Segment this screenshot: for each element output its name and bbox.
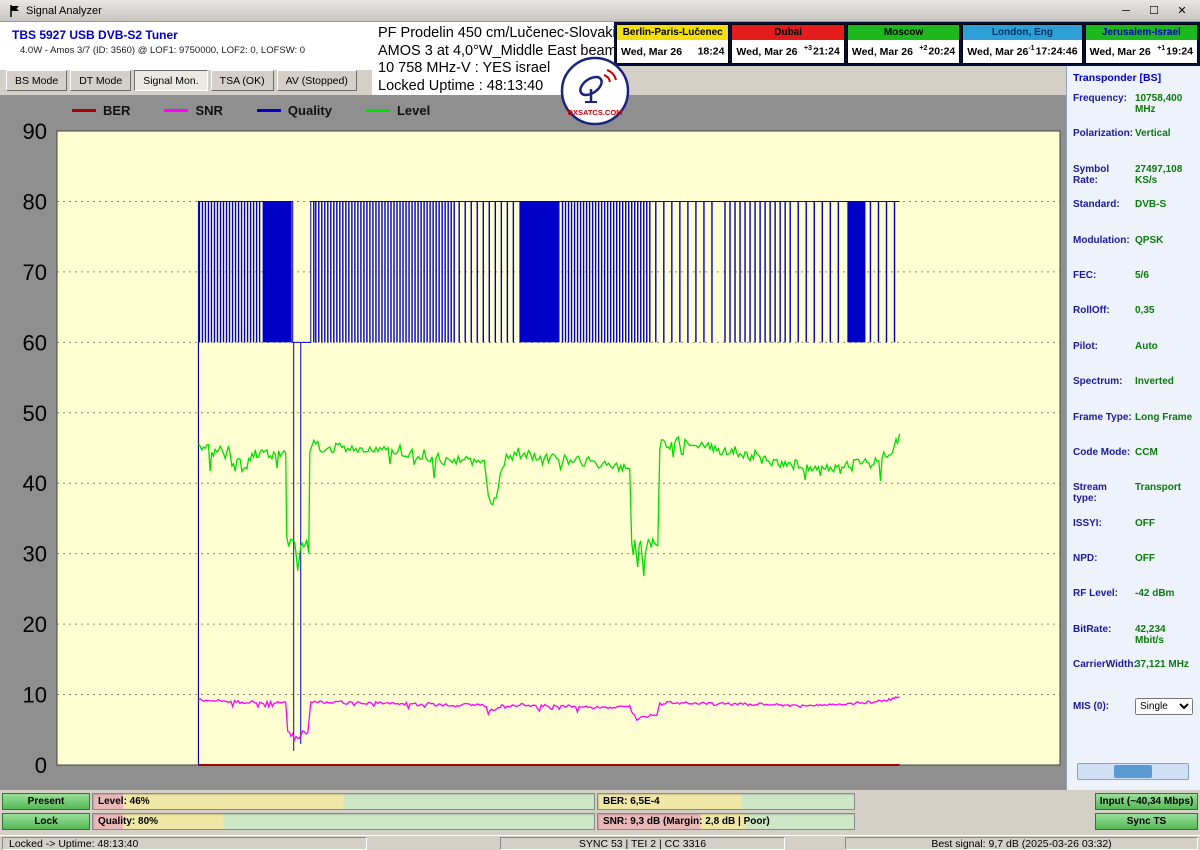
svg-text:60: 60 [23, 330, 47, 355]
status-bar: Locked -> Uptime: 48:13:40 SYNC 53 | TEI… [0, 835, 1200, 850]
minimize-button[interactable]: ─ [1112, 2, 1140, 20]
window-title: Signal Analyzer [26, 5, 102, 17]
clock-dubai: Dubai Wed, Mar 26 +321:24 [731, 24, 844, 64]
title-bar: Signal Analyzer ─ ☐ ✕ [0, 0, 1200, 22]
tuner-details: 4.0W - Amos 3/7 (ID: 3560) @ LOF1: 97500… [12, 45, 372, 56]
field-modulation: Modulation:QPSK [1073, 235, 1196, 270]
tuner-name: TBS 5927 USB DVB-S2 Tuner [12, 28, 372, 42]
tuner-info-panel: TBS 5927 USB DVB-S2 Tuner 4.0W - Amos 3/… [0, 22, 372, 70]
scrollbar-thumb[interactable] [1114, 765, 1152, 778]
tab-av[interactable]: AV (Stopped) [277, 70, 357, 91]
svg-text:10: 10 [23, 683, 47, 708]
clock-date: Wed, Mar 26 [621, 46, 682, 58]
snr-meter-text: SNR: 9,3 dB (Margin: 2,8 dB | Poor) [603, 816, 770, 827]
clock-date: Wed, Mar 26 [1090, 46, 1151, 58]
clock-date: Wed, Mar 26 [852, 46, 913, 58]
clock-berlin: Berlin-Paris-Lučenec Wed, Mar 26 18:24 [616, 24, 729, 64]
tab-tsa[interactable]: TSA (OK) [211, 70, 274, 91]
clock-city-label: Berlin-Paris-Lučenec [617, 25, 728, 40]
field-bitrate: BitRate:42,234 Mbit/s [1073, 624, 1196, 659]
field-issyi: ISSYI:OFF [1073, 518, 1196, 553]
mode-tabs: BS Mode DT Mode Signal Mon. TSA (OK) AV … [6, 70, 357, 92]
clock-time: 17:24:46 [1036, 46, 1078, 58]
clock-city-label: London, Eng [963, 25, 1081, 40]
status-sync-counters: SYNC 53 | TEI 2 | CC 3316 [500, 837, 785, 850]
svg-text:80: 80 [23, 189, 47, 214]
field-frequency: Frequency:10758,400 MHz [1073, 93, 1196, 128]
clock-offset: +1 [1157, 45, 1165, 52]
level-meter: Level: 46% [92, 793, 595, 810]
clock-time: 19:24 [1166, 46, 1193, 58]
quality-meter-text: Quality: 80% [98, 816, 158, 827]
transponder-sidebar: Transponder [BS] Frequency:10758,400 MHz… [1066, 66, 1200, 790]
close-button[interactable]: ✕ [1168, 2, 1196, 20]
clock-offset: +3 [804, 45, 812, 52]
maximize-button[interactable]: ☐ [1140, 2, 1168, 20]
field-symbol-rate: Symbol Rate:27497,108 KS/s [1073, 164, 1196, 199]
clock-city-label: Dubai [732, 25, 843, 40]
quality-meter: Quality: 80% [92, 813, 595, 830]
field-npd: NPD:OFF [1073, 553, 1196, 588]
sync-ts-indicator: Sync TS [1095, 813, 1198, 830]
meters-panel: Present Level: 46% BER: 6,5E-4 Input (~4… [0, 790, 1200, 835]
clock-moscow: Moscow Wed, Mar 26 +220:24 [847, 24, 960, 64]
svg-text:20: 20 [23, 612, 47, 637]
clock-london: London, Eng Wed, Mar 26-117:24:46 [962, 24, 1082, 64]
svg-text:90: 90 [23, 119, 47, 144]
world-clocks: Berlin-Paris-Lučenec Wed, Mar 26 18:24 Du… [614, 22, 1200, 66]
field-rf-level: RF Level:-42 dBm [1073, 588, 1196, 623]
svg-text:0: 0 [35, 753, 47, 778]
tab-dt-mode[interactable]: DT Mode [70, 70, 131, 91]
signal-chart-panel: BER SNR Quality Level 908070605040302010… [0, 95, 1066, 790]
clock-city-label: Moscow [848, 25, 959, 40]
app-icon [8, 4, 22, 18]
svg-text:30: 30 [23, 542, 47, 567]
clock-offset: -1 [1028, 45, 1034, 52]
field-fec: FEC:5/6 [1073, 270, 1196, 305]
transponder-title: Transponder [BS] [1073, 72, 1196, 84]
dxsatcs-logo: DXSATCS.COM [560, 56, 630, 126]
field-stream-type: Stream type:Transport [1073, 482, 1196, 517]
clock-time: 20:24 [928, 46, 955, 58]
field-frame-type: Frame Type:Long Frame [1073, 412, 1196, 447]
svg-text:40: 40 [23, 471, 47, 496]
sidebar-scrollbar[interactable] [1077, 763, 1189, 780]
status-best-signal: Best signal: 9,7 dB (2025-03-26 03:32) [845, 837, 1198, 850]
ber-meter: BER: 6,5E-4 [597, 793, 855, 810]
signal-trend-chart: 90 80 70 60 50 40 30 20 10 0 [0, 95, 1066, 790]
site-info-line1: PF Prodelin 450 cm/Lučenec-Slovakia [378, 25, 618, 43]
clock-time: 21:24 [813, 46, 840, 58]
snr-meter: SNR: 9,3 dB (Margin: 2,8 dB | Poor) [597, 813, 855, 830]
svg-text:70: 70 [23, 260, 47, 285]
input-indicator: Input (~40,34 Mbps) [1095, 793, 1198, 810]
field-mis: MIS (0): Single [1073, 695, 1196, 719]
clock-jerusalem: Jerusalem-Israel Wed, Mar 26 +119:24 [1085, 24, 1198, 64]
clock-date: Wed, Mar 26 [736, 46, 797, 58]
field-spectrum: Spectrum:Inverted [1073, 376, 1196, 411]
field-polarization: Polarization:Vertical [1073, 128, 1196, 163]
logo-text: DXSATCS.COM [568, 108, 623, 117]
clock-date: Wed, Mar 26 [967, 46, 1028, 58]
clock-time: 18:24 [698, 46, 725, 58]
clock-offset: +2 [919, 45, 927, 52]
status-locked-uptime: Locked -> Uptime: 48:13:40 [2, 837, 367, 850]
field-carrierwidth: CarrierWidth:37,121 MHz [1073, 659, 1196, 694]
mis-select[interactable]: Single [1135, 698, 1193, 715]
mis-label: MIS (0): [1073, 701, 1133, 712]
lock-indicator: Lock [2, 813, 90, 830]
field-rolloff: RollOff:0,35 [1073, 305, 1196, 340]
level-meter-text: Level: 46% [98, 796, 150, 807]
clock-city-label: Jerusalem-Israel [1086, 25, 1197, 40]
tab-signal-mon[interactable]: Signal Mon. [134, 70, 207, 91]
svg-text:50: 50 [23, 401, 47, 426]
present-indicator: Present [2, 793, 90, 810]
field-standard: Standard:DVB-S [1073, 199, 1196, 234]
field-pilot: Pilot:Auto [1073, 341, 1196, 376]
ber-meter-text: BER: 6,5E-4 [603, 796, 660, 807]
tab-bs-mode[interactable]: BS Mode [6, 70, 67, 91]
field-code-mode: Code Mode:CCM [1073, 447, 1196, 482]
